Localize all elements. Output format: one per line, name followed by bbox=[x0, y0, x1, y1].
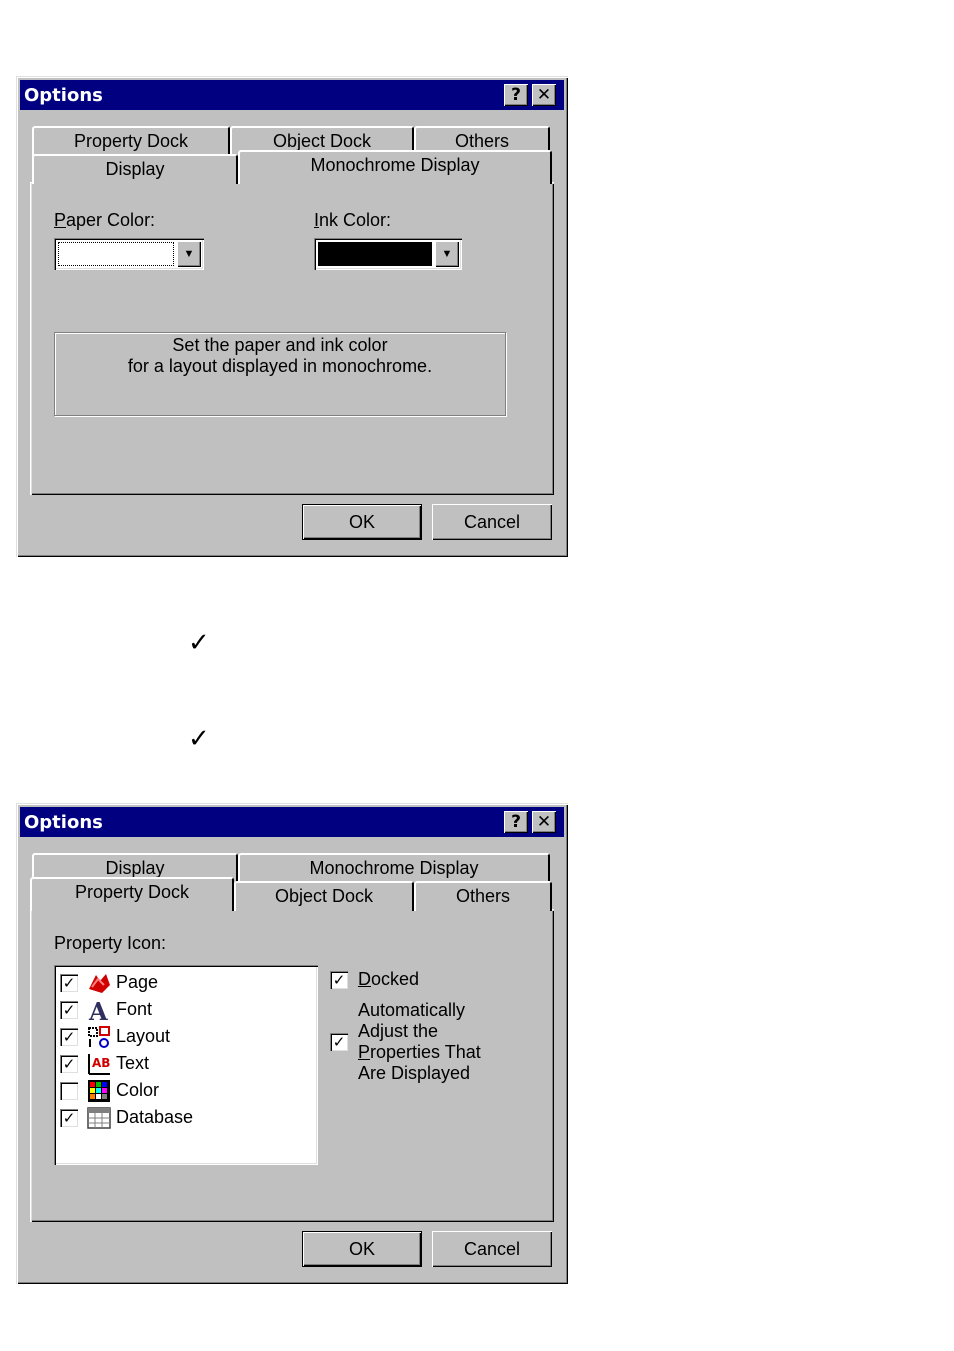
options-dialog-property-dock: Options ? ✕ Display Monochrome Display P… bbox=[16, 803, 568, 1284]
dialog-title: Options bbox=[24, 812, 103, 833]
title-bar: Options ? ✕ bbox=[20, 807, 564, 837]
description-line-1: Set the paper and ink color bbox=[172, 335, 388, 355]
database-checkbox[interactable]: ✓ bbox=[60, 1109, 78, 1127]
layout-label: Layout bbox=[116, 1026, 171, 1046]
tab-panel: Paper Color: Ink Color: ▼ ▼ Set the pape… bbox=[30, 182, 554, 495]
close-button[interactable]: ✕ bbox=[532, 84, 556, 106]
ink-color-dropdown[interactable]: ▼ bbox=[314, 238, 462, 270]
layout-icon bbox=[88, 1026, 110, 1048]
options-dialog-monochrome: Options ? ✕ Property Dock Object Dock Ot… bbox=[16, 76, 568, 557]
paper-color-dropdown[interactable]: ▼ bbox=[54, 238, 204, 270]
page-checkbox[interactable]: ✓ bbox=[60, 974, 78, 992]
auto-adjust-label-line-4: Are Displayed bbox=[358, 1063, 471, 1083]
color-label: Color bbox=[116, 1080, 160, 1100]
tab-monochrome-display[interactable]: Monochrome Display bbox=[238, 150, 552, 184]
font-checkbox[interactable]: ✓ bbox=[60, 1001, 78, 1019]
dropdown-arrow-icon[interactable]: ▼ bbox=[177, 241, 201, 267]
description-box: Set the paper and ink color for a layout… bbox=[54, 332, 506, 416]
property-icon-label: Property Icon: bbox=[54, 933, 167, 953]
tab-object-dock[interactable]: Object Dock bbox=[234, 881, 414, 911]
tab-others[interactable]: Others bbox=[414, 881, 552, 911]
tab-property-dock[interactable]: Property Dock bbox=[30, 877, 234, 911]
tab-monochrome-display[interactable]: Monochrome Display bbox=[238, 853, 550, 883]
color-checkbox[interactable] bbox=[60, 1082, 78, 1100]
tab-panel: Property Icon: ✓ Page ✓ A Font ✓ Layout … bbox=[30, 909, 554, 1222]
description-line-2: for a layout displayed in monochrome. bbox=[127, 356, 433, 376]
text-checkbox[interactable]: ✓ bbox=[60, 1055, 78, 1073]
auto-adjust-label-line-3: Properties That bbox=[358, 1042, 481, 1062]
page-icon bbox=[89, 974, 110, 993]
database-icon bbox=[87, 1107, 111, 1129]
title-bar: Options ? ✕ bbox=[20, 80, 564, 110]
checkmark-icon: ✓ bbox=[188, 628, 210, 658]
paper-color-label: Paper Color: bbox=[54, 210, 156, 230]
text-label: Text bbox=[116, 1053, 150, 1073]
tab-display[interactable]: Display bbox=[32, 154, 238, 184]
ok-button[interactable]: OK bbox=[302, 1231, 422, 1267]
property-icon-list[interactable]: ✓ Page ✓ A Font ✓ Layout ✓ AB Text Color… bbox=[54, 965, 318, 1165]
tab-property-dock[interactable]: Property Dock bbox=[32, 126, 230, 156]
ink-color-swatch bbox=[318, 242, 432, 266]
help-button[interactable]: ? bbox=[504, 811, 528, 833]
svg-text:AB: AB bbox=[92, 1056, 110, 1070]
auto-adjust-label-line-1: Automatically bbox=[358, 1000, 466, 1020]
dropdown-arrow-icon[interactable]: ▼ bbox=[435, 241, 459, 267]
font-icon: A bbox=[88, 998, 108, 1022]
help-button[interactable]: ? bbox=[504, 84, 528, 106]
auto-adjust-label-line-2: Adjust the bbox=[358, 1021, 439, 1041]
text-icon: AB bbox=[88, 1054, 110, 1075]
font-label: Font bbox=[116, 999, 153, 1019]
cancel-button[interactable]: Cancel bbox=[432, 1231, 552, 1267]
ok-button[interactable]: OK bbox=[302, 504, 422, 540]
svg-text:A: A bbox=[88, 998, 108, 1022]
database-label: Database bbox=[116, 1107, 194, 1127]
layout-checkbox[interactable]: ✓ bbox=[60, 1028, 78, 1046]
checkmark-icon: ✓ bbox=[188, 724, 210, 754]
auto-adjust-checkbox[interactable]: ✓ bbox=[330, 1033, 348, 1051]
paper-color-swatch bbox=[58, 242, 174, 266]
cancel-button[interactable]: Cancel bbox=[432, 504, 552, 540]
docked-checkbox[interactable]: ✓ bbox=[330, 971, 348, 989]
page-label: Page bbox=[116, 972, 159, 992]
docked-label: Docked bbox=[358, 969, 420, 989]
dialog-title: Options bbox=[24, 85, 103, 106]
ink-color-label: Ink Color: bbox=[314, 210, 392, 230]
color-icon bbox=[88, 1080, 110, 1102]
close-button[interactable]: ✕ bbox=[532, 811, 556, 833]
